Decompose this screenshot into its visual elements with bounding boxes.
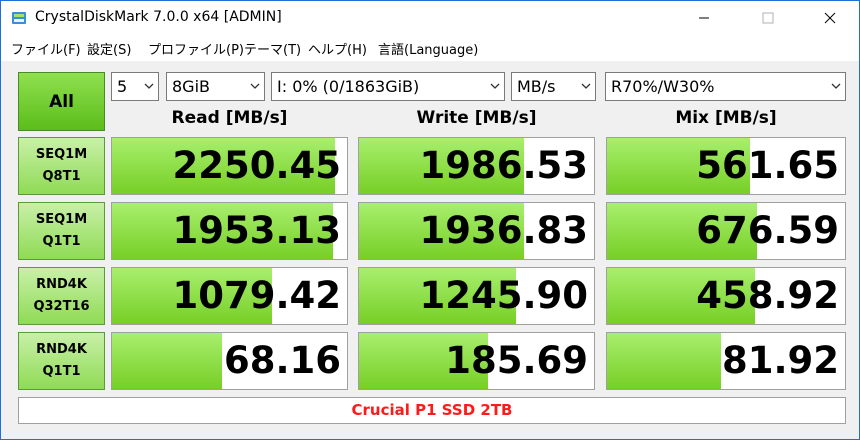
test-params: Q1T1 xyxy=(42,234,81,249)
result-cell-read: 2250.45 xyxy=(111,137,348,195)
menu-help[interactable]: ヘルプ(H) xyxy=(308,39,367,58)
drive-value: I: 0% (0/1863GiB) xyxy=(277,77,420,96)
rnd4k-q32t16-button[interactable]: RND4K Q32T16 xyxy=(18,267,105,325)
result-cell-write: 1986.53 xyxy=(358,137,595,195)
result-cell-mix: 458.92 xyxy=(606,267,846,325)
rnd4k-q1t1-button[interactable]: RND4K Q1T1 xyxy=(18,332,105,390)
test-name: RND4K xyxy=(36,342,87,357)
result-value: 458.92 xyxy=(696,274,839,317)
result-cell-mix: 81.92 xyxy=(606,332,846,390)
menu-settings[interactable]: 設定(S) xyxy=(87,39,131,58)
result-cell-write: 1936.83 xyxy=(358,202,595,260)
test-name: RND4K xyxy=(36,277,87,292)
chevron-down-icon xyxy=(250,83,260,89)
write-header: Write [MB/s] xyxy=(416,108,537,128)
title-bar: CrystalDiskMark 7.0.0 x64 [ADMIN] xyxy=(1,1,859,35)
test-name: SEQ1M xyxy=(35,147,88,162)
result-cell-read: 1079.42 xyxy=(111,267,348,325)
unit-select[interactable]: MB/s xyxy=(511,72,596,101)
chevron-down-icon xyxy=(581,83,591,89)
result-value: 2250.45 xyxy=(172,144,341,187)
menu-bar: ファイル(F) 設定(S) プロファイル(P) テーマ(T) ヘルプ(H) 言語… xyxy=(1,35,859,61)
result-value: 1245.90 xyxy=(419,274,588,317)
result-value: 1986.53 xyxy=(419,144,588,187)
result-value: 1079.42 xyxy=(172,274,341,317)
progress-bar xyxy=(607,333,722,389)
all-button[interactable]: All xyxy=(18,72,105,131)
test-params: Q1T1 xyxy=(42,364,81,379)
chevron-down-icon xyxy=(490,83,500,89)
close-button[interactable] xyxy=(807,1,853,35)
result-value: 68.16 xyxy=(223,339,341,382)
drive-select[interactable]: I: 0% (0/1863GiB) xyxy=(271,72,505,101)
unit-value: MB/s xyxy=(517,77,556,96)
app-window: CrystalDiskMark 7.0.0 x64 [ADMIN] ファイル(F… xyxy=(0,0,860,440)
window-title: CrystalDiskMark 7.0.0 x64 [ADMIN] xyxy=(35,9,282,25)
test-count-value: 5 xyxy=(117,77,128,96)
test-size-value: 8GiB xyxy=(172,77,210,96)
maximize-button[interactable] xyxy=(745,1,791,35)
mix-header: Mix [MB/s] xyxy=(675,108,777,128)
result-cell-read: 68.16 xyxy=(111,332,348,390)
result-value: 1936.83 xyxy=(419,209,588,252)
menu-file[interactable]: ファイル(F) xyxy=(11,39,81,58)
app-icon xyxy=(12,12,26,24)
seq1m-q8t1-button[interactable]: SEQ1M Q8T1 xyxy=(18,137,105,195)
result-value: 676.59 xyxy=(696,209,839,252)
menu-profile[interactable]: プロファイル(P) xyxy=(148,39,244,58)
drive-comment-field[interactable]: Crucial P1 SSD 2TB xyxy=(18,397,846,424)
minimize-button[interactable] xyxy=(681,1,727,35)
test-name: SEQ1M xyxy=(35,212,88,227)
result-cell-read: 1953.13 xyxy=(111,202,348,260)
result-value: 1953.13 xyxy=(172,209,341,252)
test-params: Q8T1 xyxy=(42,169,81,184)
result-cell-mix: 676.59 xyxy=(606,202,846,260)
menu-language[interactable]: 言語(Language) xyxy=(378,39,478,58)
result-cell-mix: 561.65 xyxy=(606,137,846,195)
result-cell-write: 185.69 xyxy=(358,332,595,390)
mix-ratio-select[interactable]: R70%/W30% xyxy=(605,72,846,101)
test-count-select[interactable]: 5 xyxy=(111,72,159,101)
mix-ratio-value: R70%/W30% xyxy=(611,77,715,96)
read-header: Read [MB/s] xyxy=(171,108,288,128)
result-cell-write: 1245.90 xyxy=(358,267,595,325)
result-value: 81.92 xyxy=(721,339,839,382)
menu-theme[interactable]: テーマ(T) xyxy=(244,39,301,58)
test-params: Q32T16 xyxy=(33,299,90,314)
test-size-select[interactable]: 8GiB xyxy=(166,72,265,101)
chevron-down-icon xyxy=(831,83,841,89)
seq1m-q1t1-button[interactable]: SEQ1M Q1T1 xyxy=(18,202,105,260)
chevron-down-icon xyxy=(144,83,154,89)
result-value: 561.65 xyxy=(696,144,839,187)
result-value: 185.69 xyxy=(445,339,588,382)
progress-bar xyxy=(112,333,223,389)
